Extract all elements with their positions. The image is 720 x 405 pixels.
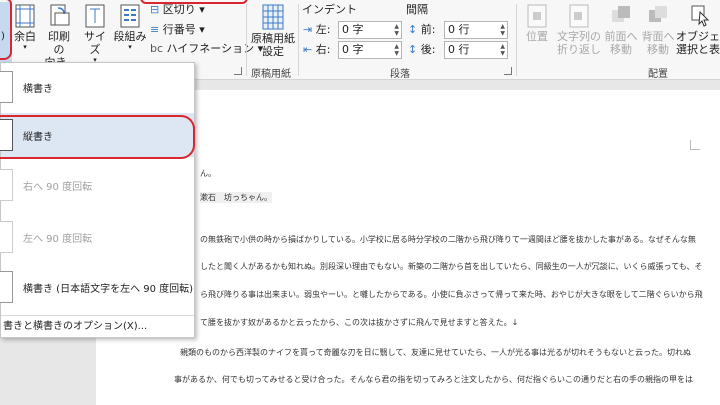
space-before-label: ↕ 前:	[408, 23, 436, 36]
indent-left-input[interactable]: 0 字 ▲ ▼	[338, 21, 402, 39]
rotate-right-thumb-icon	[0, 169, 13, 201]
menu-item-label: 横書き	[23, 84, 53, 95]
bring-forward-button[interactable]: 前面へ 移動	[602, 4, 640, 56]
rotate-left-thumb-icon	[0, 221, 13, 253]
spacing-header: 間隔	[406, 3, 428, 16]
space-after-icon: ↕	[408, 43, 418, 56]
position-icon	[527, 4, 547, 28]
horizontal-rotated-thumb-icon	[0, 271, 13, 303]
horizontal-thumb-icon	[0, 71, 13, 103]
breaks-icon: ⊟	[150, 3, 160, 16]
size-button[interactable]: サイズ ▾	[79, 4, 111, 64]
text-line: 事があるか、何でも切ってみせると受け合った。そんなら君の指を切ってみろと注文した…	[174, 375, 694, 384]
text-direction-options[interactable]: 書きと横書きのオプション(X)...	[1, 315, 194, 337]
selection-pane-icon	[691, 5, 710, 27]
genko-icon	[262, 4, 284, 30]
wrap-text-label-1: 文字列の	[557, 30, 601, 43]
hyphenation-label: ハイフネーション	[166, 42, 255, 55]
text-line: ら飛び降りる事は出来まい。弱虫やーい。と囃したからである。小使に負ぶさって帰って…	[200, 290, 703, 299]
text-line: ん。	[200, 169, 216, 178]
send-backward-label-1: 背面へ	[641, 30, 675, 43]
text-line: 漱石 坊っちゃん。	[200, 192, 272, 203]
indent-right-input[interactable]: 0 字 ▲ ▼	[338, 41, 402, 59]
menu-item-horizontal-rotated[interactable]: 横書き (日本語文字を左へ 90 度回転)	[0, 265, 194, 309]
margins-label: 余白	[14, 30, 36, 43]
space-after-input[interactable]: 0 行 ▲ ▼	[444, 41, 508, 59]
breaks-label: 区切り	[162, 3, 196, 16]
page-setup-launcher[interactable]	[234, 67, 242, 75]
space-before-input[interactable]: 0 行 ▲ ▼	[444, 21, 508, 39]
indent-header: インデント	[302, 3, 357, 16]
wrap-text-button[interactable]: 文字列の 折り返し	[556, 4, 602, 56]
genko-settings-button[interactable]: 原稿用紙 設定	[250, 4, 296, 58]
send-backward-label-2: 移動	[647, 43, 669, 56]
genko-label-1: 原稿用紙	[251, 32, 295, 45]
wrap-text-icon	[569, 4, 589, 28]
columns-button[interactable]: 段組み ▾	[113, 4, 147, 51]
position-label: 位置	[526, 30, 548, 43]
size-icon	[85, 4, 105, 28]
space-before-icon: ↕	[408, 23, 418, 36]
paragraph-group-label: 段落	[390, 69, 410, 80]
text-line: したと聞く人があるかも知れぬ。別段深い理由でもない。新築の二階から首を出していた…	[200, 262, 703, 271]
bring-forward-icon	[612, 6, 630, 22]
text-line: の無鉄砲で小供の時から損ばかりしている。小学校に居る時分学校の二階から飛び降りて…	[200, 235, 696, 244]
margins-icon	[15, 4, 35, 28]
position-button[interactable]: 位置	[520, 4, 554, 43]
selection-highlight	[0, 115, 195, 159]
separator	[298, 4, 299, 76]
crop-mark	[690, 140, 700, 150]
send-backward-button[interactable]: 背面へ 移動	[640, 4, 676, 56]
indent-right-label: ⇤ 右:	[303, 43, 331, 56]
line-numbers-icon: ≡	[150, 23, 160, 36]
menu-item-label: 左へ 90 度回転	[23, 234, 93, 245]
columns-label: 段組み	[113, 30, 147, 43]
selection-pane-button[interactable]: オブジェクトの 選択と表示	[676, 4, 720, 56]
orientation-icon	[50, 4, 70, 26]
arrange-group-label: 配置	[648, 69, 668, 80]
genko-group-label: 原稿用紙	[251, 69, 291, 80]
line-numbers-label: 行番号	[162, 23, 196, 36]
genko-label-2: 設定	[262, 45, 284, 58]
selection-pane-label-1: オブジェクトの	[676, 30, 720, 43]
menu-item-rotate-left[interactable]: 左へ 90 度回転	[0, 215, 194, 259]
bring-forward-label-1: 前面へ	[604, 30, 638, 43]
columns-icon	[120, 4, 140, 28]
indent-left-icon: ⇥	[303, 23, 313, 36]
separator	[516, 4, 517, 76]
bring-forward-label-2: 移動	[610, 43, 632, 56]
space-after-label: ↕ 後:	[408, 43, 436, 56]
orientation-label-1: 印刷の	[48, 30, 70, 56]
menu-item-label: 右へ 90 度回転	[23, 182, 93, 193]
size-label: サイズ	[84, 30, 106, 56]
orientation-button[interactable]: 印刷の 向き ▾	[43, 4, 75, 71]
menu-item-horizontal[interactable]: 横書き	[0, 65, 194, 109]
indent-right-icon: ⇤	[303, 43, 313, 56]
send-backward-icon	[649, 6, 667, 22]
text-direction-menu: 横書き 縦書き 右へ 90 度回転 左へ 90 度回転 横書き (日本語文字を左…	[0, 62, 195, 338]
text-direction-highlight	[0, 0, 12, 60]
indent-left-label: ⇥ 左:	[303, 23, 331, 36]
text-line: 親類のものから西洋製のナイフを貰って奇麗な刃を日に翳して、友達に見せていたら、一…	[180, 348, 691, 357]
menu-item-rotate-right[interactable]: 右へ 90 度回転	[0, 163, 194, 207]
line-numbers-button[interactable]: ≡ 行番号 ▾	[150, 22, 205, 38]
menu-item-label: 横書き (日本語文字を左へ 90 度回転)	[23, 284, 194, 295]
text-line: て腰を抜かす奴があるかと云ったから、この次は抜かさずに飛んで見せますと答えた。↓	[200, 318, 519, 327]
separator	[246, 4, 247, 76]
paragraph-launcher[interactable]	[504, 67, 512, 75]
wrap-text-label-2: 折り返し	[557, 43, 601, 56]
selection-pane-label-2: 選択と表示	[676, 43, 720, 56]
hyphenation-icon: bc	[150, 42, 164, 55]
breaks-button[interactable]: ⊟ 区切り ▾	[150, 2, 205, 18]
margins-button[interactable]: 余白 ▾	[12, 4, 38, 51]
